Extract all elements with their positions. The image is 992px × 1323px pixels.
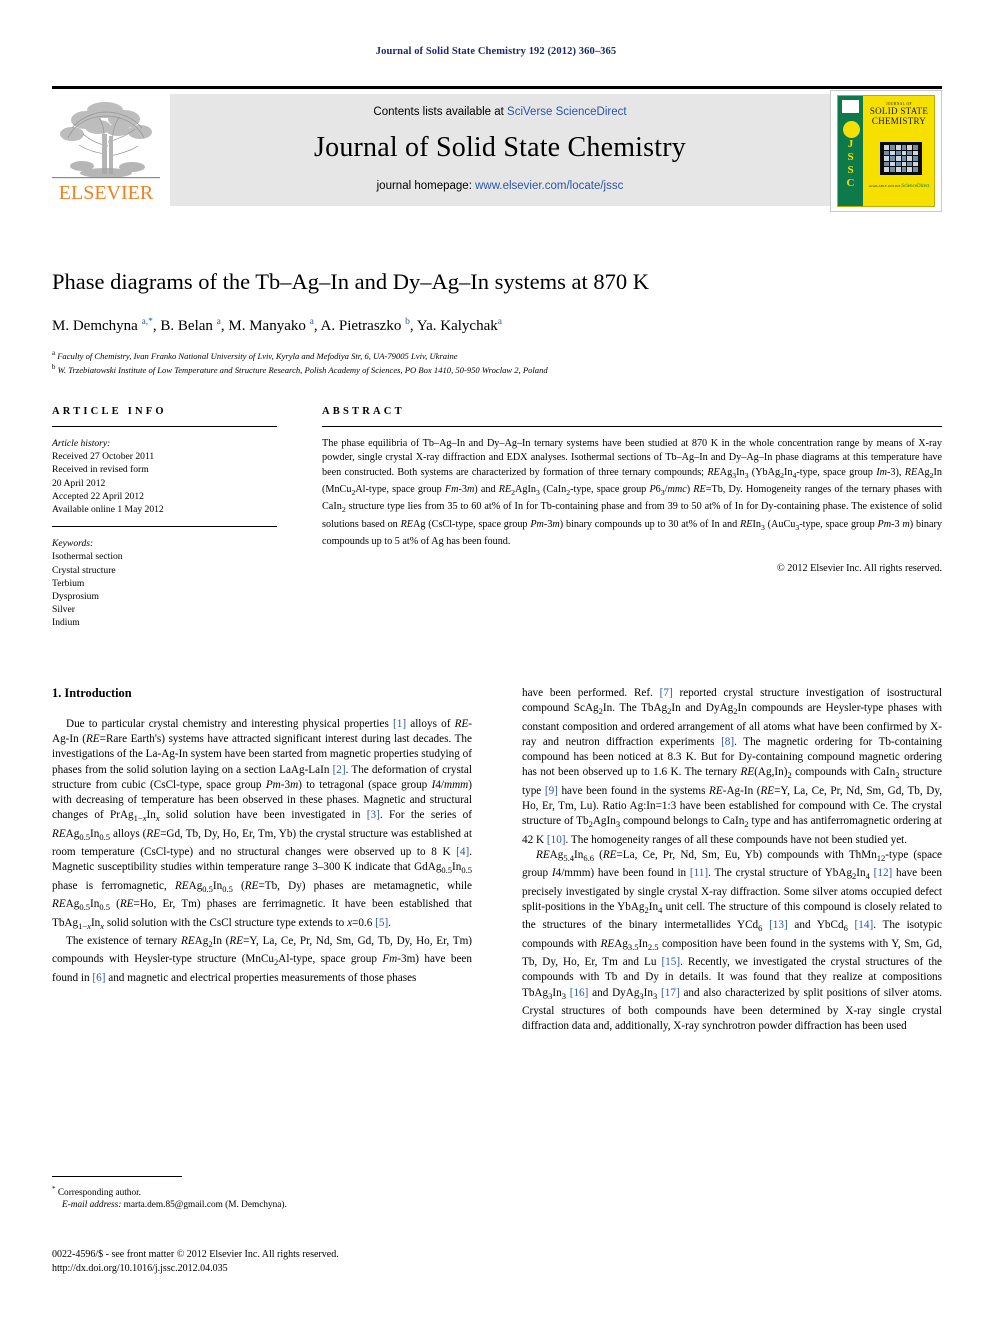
abstract-heading: ABSTRACT (322, 406, 405, 417)
cover-artwork (880, 142, 922, 175)
article-info-column: ARTICLE INFO Article history: Received 2… (52, 406, 277, 630)
cover-footer-brand: ScienceDirect (901, 184, 930, 189)
list-item: Received in revised form (52, 464, 149, 476)
affiliation-b: b W. Trzebiatowski Institute of Low Temp… (52, 364, 548, 376)
email-note: E-mail address: marta.dem.85@gmail.com (… (52, 1199, 472, 1211)
cover-spine: JSSC (838, 96, 863, 206)
cover-seal-icon (842, 120, 861, 139)
list-item: Crystal structure (52, 564, 116, 576)
affiliation-b-text: W. Trzebiatowski Institute of Low Temper… (57, 365, 548, 376)
journal-homepage-link[interactable]: www.elsevier.com/locate/jssc (475, 180, 623, 192)
elsevier-tree-icon (52, 94, 160, 182)
journal-homepage-line: journal homepage: www.elsevier.com/locat… (170, 180, 830, 192)
list-item: Received 27 October 2011 (52, 451, 155, 463)
list-item: Dysprosium (52, 591, 99, 603)
list-item: Terbium (52, 577, 85, 589)
list-item: Accepted 22 April 2012 (52, 490, 144, 502)
footnote-rule (52, 1176, 182, 1177)
paragraph: Due to particular crystal chemistry and … (52, 718, 473, 931)
keywords-rule (52, 526, 277, 528)
cover-title-line2: CHEMISTRY (871, 116, 927, 126)
cover-footer-note: AVAILABLE ONLINE (868, 184, 901, 188)
cover-title-line1: SOLID STATE (869, 106, 929, 116)
doi-line[interactable]: http://dx.doi.org/10.1016/j.jssc.2012.04… (52, 1262, 522, 1276)
cover-front: JSSC JOURNAL OF SOLID STATE CHEMISTRY AV… (838, 96, 934, 206)
intro-paragraphs-right: have been performed. Ref. [7] reported c… (522, 686, 942, 1034)
contents-available-line: Contents lists available at SciVerse Sci… (170, 106, 830, 118)
keywords-label: Keywords: (52, 538, 94, 550)
abstract-copyright: © 2012 Elsevier Inc. All rights reserved… (776, 563, 942, 575)
footnote-block: * Corresponding author. E-mail address: … (52, 1176, 472, 1211)
masthead-band: Contents lists available at SciVerse Sci… (170, 94, 830, 206)
cover-footer: AVAILABLE ONLINE ScienceDirect (868, 184, 930, 189)
elsevier-logo: ELSEVIER (52, 94, 160, 206)
paper-page: Journal of Solid State Chemistry 192 (20… (0, 0, 992, 1323)
masthead-top-rule (52, 86, 942, 89)
article-title-block: Phase diagrams of the Tb–Ag–In and Dy–Ag… (52, 268, 942, 377)
cover-title-block: JOURNAL OF SOLID STATE CHEMISTRY (866, 102, 932, 126)
article-history-label: Article history: (52, 438, 111, 449)
corresponding-author-text: Corresponding author. (57, 1188, 142, 1199)
email-label: E-mail address: (62, 1200, 122, 1211)
list-item: Indium (52, 617, 80, 629)
cover-spine-letters: JSSC (846, 138, 855, 189)
running-head: Journal of Solid State Chemistry 192 (20… (375, 46, 617, 57)
article-title: Phase diagrams of the Tb–Ag–In and Dy–Ag… (52, 269, 649, 294)
list-item: Silver (52, 604, 75, 616)
article-history-list: Received 27 October 2011 Received in revi… (52, 450, 277, 516)
sciencedirect-link[interactable]: SciVerse ScienceDirect (507, 106, 627, 118)
homepage-prefix: journal homepage: (376, 180, 476, 192)
elsevier-wordmark: ELSEVIER (58, 182, 154, 204)
cover-elsevier-mark-icon (842, 100, 859, 113)
journal-cover-thumbnail[interactable]: JSSC JOURNAL OF SOLID STATE CHEMISTRY AV… (830, 90, 942, 212)
corresponding-author-note: * Corresponding author. (52, 1185, 142, 1199)
abstract-rule (322, 426, 942, 427)
journal-title: Journal of Solid State Chemistry (314, 132, 686, 163)
keywords-list: Isothermal section Crystal structure Terbi… (52, 550, 277, 629)
imprint-block: 0022-4596/$ - see front matter © 2012 El… (52, 1248, 522, 1275)
affiliation-a: a Faculty of Chemistry, Ivan Franko Nati… (52, 350, 458, 361)
article-info-heading: ARTICLE INFO (52, 406, 167, 417)
contents-prefix: Contents lists available at (373, 106, 508, 118)
abstract-text: The phase equilibria of Tb–Ag–In and Dy–… (322, 438, 943, 547)
issn-copyright-line: 0022-4596/$ - see front matter © 2012 El… (52, 1249, 339, 1260)
list-item: Available online 1 May 2012 (52, 504, 164, 516)
paragraph: have been performed. Ref. [7] reported c… (522, 687, 943, 846)
abstract-column: ABSTRACT The phase equilibria of Tb–Ag–I… (322, 406, 942, 577)
cover-artwork-lattice-icon (884, 145, 918, 172)
paragraph: The existence of ternary REAg2In (RE=Y, … (52, 935, 472, 984)
body-column-right: have been performed. Ref. [7] reported c… (522, 686, 942, 1034)
list-item: 20 April 2012 (52, 477, 106, 489)
affiliation-a-text: Faculty of Chemistry, Ivan Franko Nation… (57, 350, 458, 361)
article-info-rule (52, 426, 277, 427)
paragraph: REAg5.4In6.6 (RE=La, Ce, Pr, Nd, Sm, Eu,… (522, 848, 943, 1033)
intro-paragraphs-left: Due to particular crystal chemistry and … (52, 717, 472, 986)
author-list: M. Demchyna a,*, B. Belan a, M. Manyako … (52, 317, 502, 334)
list-item: Isothermal section (52, 551, 123, 563)
email-address[interactable]: marta.dem.85@gmail.com (M. Demchyna). (124, 1200, 287, 1210)
journal-masthead: ELSEVIER Contents lists available at Sci… (52, 86, 942, 212)
section-heading-introduction: 1. Introduction (52, 686, 132, 700)
body-column-left: 1. Introduction Due to particular crysta… (52, 686, 472, 986)
